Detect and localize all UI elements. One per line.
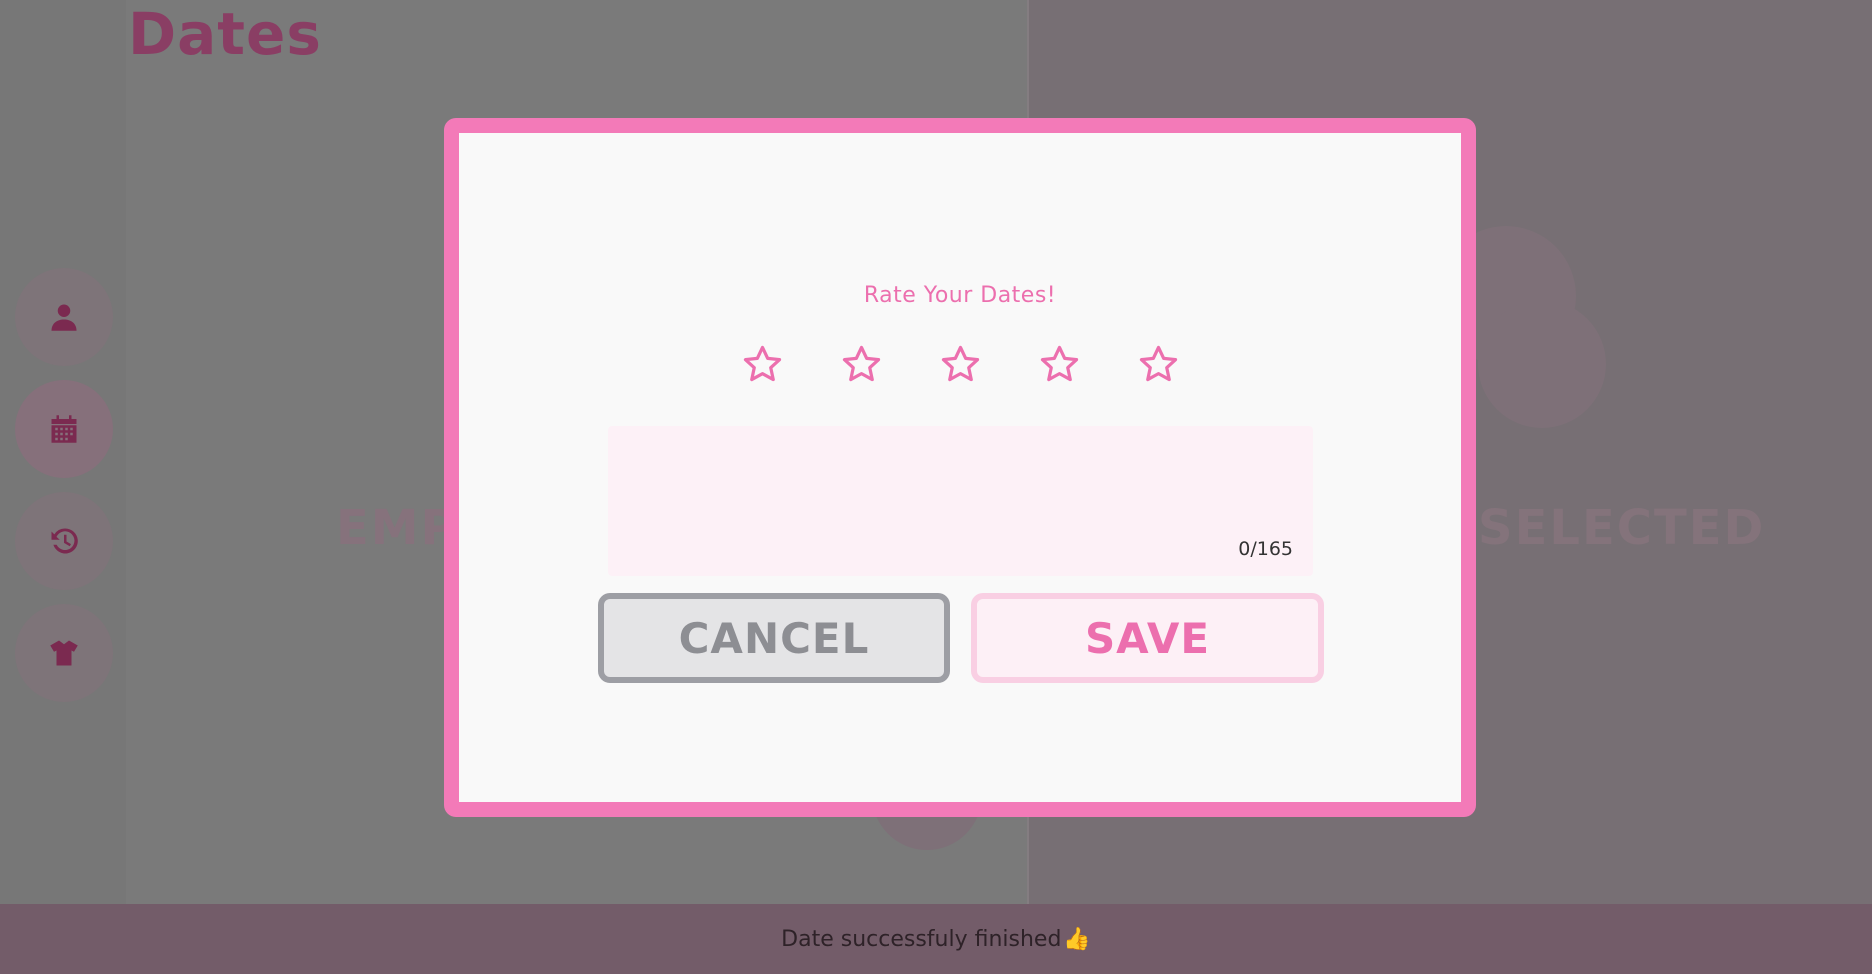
none-selected-label: SELECTED [1478,500,1766,556]
remove-icon [1478,300,1606,428]
save-button[interactable]: SAVE [971,593,1324,683]
status-message: Date successfuly finished [781,926,1062,952]
status-toast: Date successfuly finished 👍 [0,904,1872,974]
review-input[interactable] [608,426,1313,576]
history-icon [51,528,78,554]
sidebar-item-outfits[interactable] [15,604,113,702]
star-3-icon[interactable] [939,343,982,386]
character-counter: 0/165 [1238,538,1293,560]
star-5-icon[interactable] [1137,343,1180,386]
user-icon [51,304,77,331]
star-4-icon[interactable] [1038,343,1081,386]
review-field: 0/165 [608,426,1313,576]
star-rating [459,343,1461,386]
sidebar-item-profile[interactable] [15,268,113,366]
sidebar-item-dates[interactable] [15,380,113,478]
empty-state-label: EMP [336,500,458,556]
dialog-title: Rate Your Dates! [863,283,1057,308]
shirt-icon [50,640,78,666]
page-title: Dates [128,0,322,68]
star-1-icon[interactable] [741,343,784,386]
thumbs-up-icon: 👍 [1063,926,1091,952]
sidebar-item-history[interactable] [15,492,113,590]
cancel-button[interactable]: CANCEL [598,593,950,683]
star-2-icon[interactable] [840,343,883,386]
calendar-icon [51,415,77,443]
rating-dialog: Rate Your Dates! 0/165 CANCEL SAVE [444,118,1476,817]
